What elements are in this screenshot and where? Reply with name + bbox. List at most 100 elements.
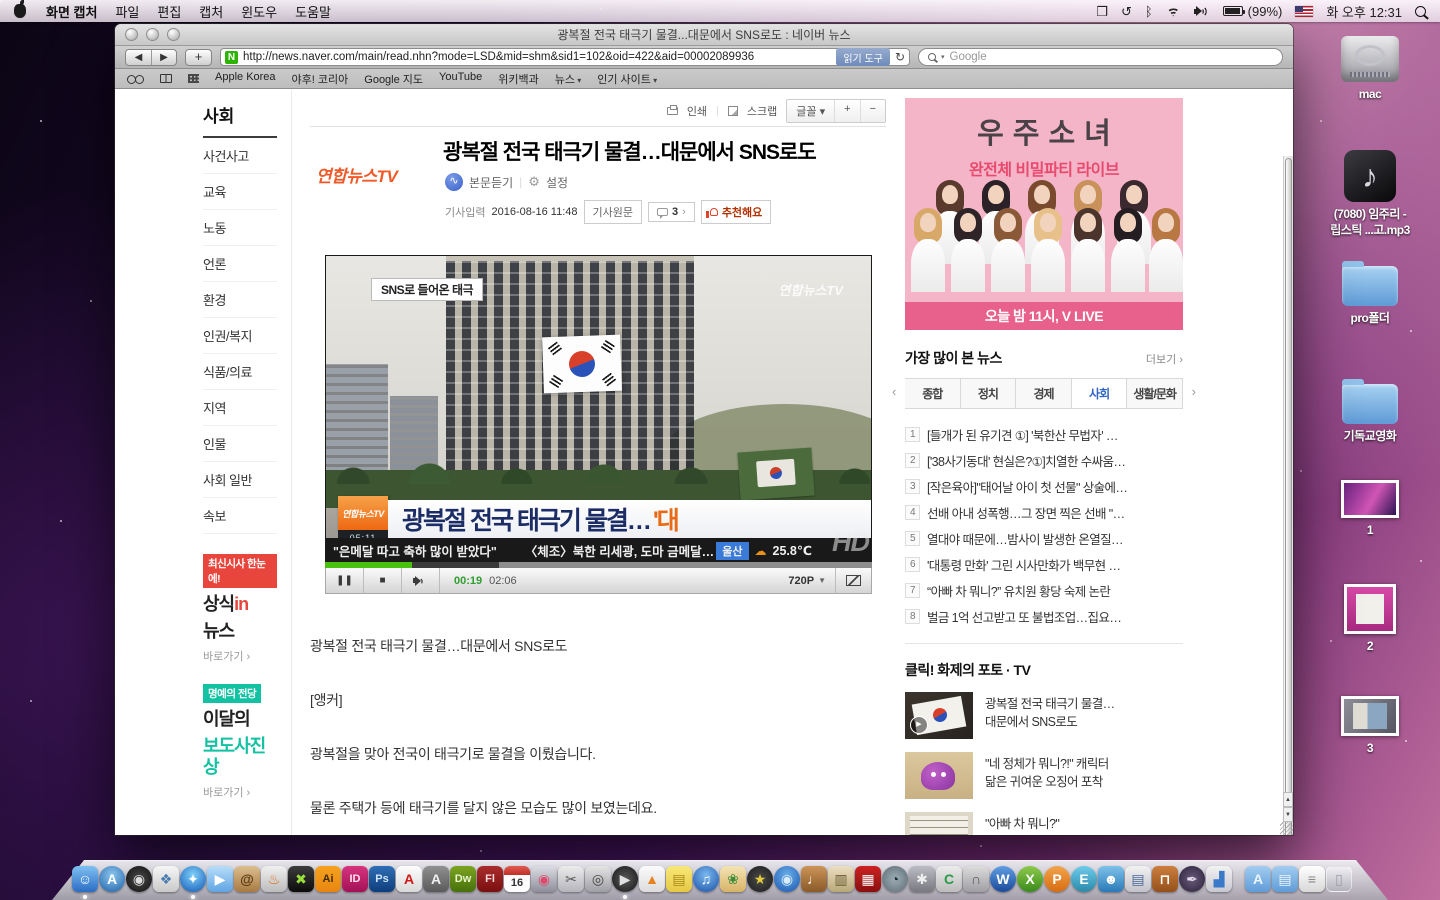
dock-icon[interactable]: ◉ <box>531 866 557 892</box>
desktop-icon[interactable]: 3 <box>1312 696 1428 757</box>
thumbnail[interactable] <box>905 692 973 739</box>
apple-menu-icon[interactable] <box>14 4 26 18</box>
volume-icon[interactable] <box>1194 5 1210 17</box>
dock-icon[interactable]: ◔ <box>882 866 908 892</box>
top-sites-icon[interactable] <box>188 74 199 83</box>
scrollbar-track[interactable] <box>1283 156 1293 835</box>
minimize-button[interactable] <box>146 28 159 41</box>
reload-icon[interactable]: ↻ <box>895 50 905 64</box>
dock-icon[interactable]: ♨ <box>261 866 287 892</box>
bookmark-item[interactable]: 인기 사이트 <box>597 71 657 87</box>
dock-icon[interactable]: ☺ <box>72 866 98 892</box>
dock-icon[interactable]: A <box>1245 866 1271 892</box>
dock-icon[interactable]: ⊓ <box>1152 866 1178 892</box>
quality-selector[interactable]: 720P▼ <box>779 575 835 587</box>
dock-icon[interactable]: ▤ <box>666 866 692 892</box>
listen-button[interactable]: 본문듣기 <box>469 174 513 191</box>
dock-icon[interactable]: ▤ <box>1272 866 1298 892</box>
reader-button[interactable]: 읽기 도구 <box>836 48 890 66</box>
dock-icon[interactable]: 16 <box>504 866 530 892</box>
news-tab[interactable]: 정치 <box>961 378 1017 409</box>
fullscreen-button[interactable] <box>835 568 871 593</box>
category-item[interactable]: 환경 <box>203 282 277 318</box>
scrollbar-thumb[interactable] <box>1285 158 1292 835</box>
settings-button[interactable]: 설정 <box>546 174 568 191</box>
dock-icon[interactable]: E <box>1071 866 1097 892</box>
photo-tv-item[interactable]: "네 정체가 뭐니?!" 캐릭터닮은 귀여운 오징어 포착 <box>905 752 1183 799</box>
news-list-item[interactable]: 6 '대통령 만화' 그린 시사만화가 백무현 … <box>905 551 1183 577</box>
bookmark-item[interactable]: YouTube <box>439 71 482 87</box>
dock-icon[interactable]: ▤ <box>1125 866 1151 892</box>
dock-icon[interactable]: Fl <box>477 866 503 892</box>
dock-icon[interactable]: A <box>396 866 422 892</box>
menu-item[interactable]: 파일 <box>115 2 139 21</box>
menu-item[interactable]: 윈도우 <box>241 2 277 21</box>
scroll-down-button[interactable]: ▼ <box>1283 807 1293 822</box>
news-list-item[interactable]: 3 [작은육아]"태어날 아이 첫 선물" 상술에… <box>905 473 1183 499</box>
url-text[interactable]: http://news.naver.com/main/read.nhn?mode… <box>243 51 831 63</box>
dock-icon[interactable]: C <box>936 866 962 892</box>
font-button[interactable]: 글꼴 ▾ <box>787 100 834 122</box>
press-logo[interactable]: 연합뉴스TV <box>316 162 397 187</box>
dock-icon[interactable]: ≡ <box>1299 866 1325 892</box>
stop-button[interactable]: ■ <box>364 568 402 593</box>
video-player[interactable]: SNS로 들어온 태극 연합뉴스TV 연합뉴스TV 05:11 광복절 전국 태… <box>325 255 872 594</box>
input-language-flag-icon[interactable] <box>1295 6 1313 17</box>
bookmark-item[interactable]: 뉴스 <box>555 71 582 87</box>
dock-icon[interactable]: X <box>1017 866 1043 892</box>
menu-item[interactable]: 캡처 <box>199 2 223 21</box>
scroll-up-button[interactable]: ▲ <box>1283 792 1293 807</box>
category-item[interactable]: 사건사고 <box>203 138 277 174</box>
tabs-prev-icon[interactable]: ‹ <box>892 384 896 399</box>
dock-icon[interactable]: ♫ <box>693 866 719 892</box>
dock-icon[interactable]: ▥ <box>828 866 854 892</box>
dock-icon[interactable]: ◉ <box>774 866 800 892</box>
zoom-button[interactable] <box>167 28 180 41</box>
desktop-icon[interactable]: 2 <box>1312 584 1428 655</box>
menu-item[interactable]: 도움말 <box>295 2 331 21</box>
dock-icon[interactable]: ◎ <box>585 866 611 892</box>
dock-icon[interactable]: Ai <box>315 866 341 892</box>
news-list-item[interactable]: 8 벌금 1억 선고받고 또 불법조업…집요… <box>905 603 1183 629</box>
bookmarks-icon[interactable] <box>160 74 172 83</box>
more-link[interactable]: 더보기 › <box>1146 351 1183 367</box>
vlive-banner[interactable]: 오늘 밤 11시, V LIVE <box>905 302 1183 330</box>
comments-button[interactable]: 3 › <box>648 202 695 222</box>
category-item[interactable]: 속보 <box>203 498 277 534</box>
news-list-item[interactable]: 5 열대야 때문에…밤사이 발생한 온열질… <box>905 525 1183 551</box>
address-bar[interactable]: N http://news.naver.com/main/read.nhn?mo… <box>220 48 910 66</box>
search-engine-caret[interactable]: ▾ <box>941 53 945 61</box>
desktop-icon[interactable]: (7080) 임주리 - 립스틱 ...고.mp3 <box>1312 150 1428 238</box>
category-item[interactable]: 식품/의료 <box>203 354 277 390</box>
wjsn-ad-banner[interactable]: 우주소녀 완전체 비밀파티 라이브 ♡ <box>905 98 1183 302</box>
category-item[interactable]: 교육 <box>203 174 277 210</box>
dock-icon[interactable]: A <box>423 866 449 892</box>
dock-icon[interactable]: ✂ <box>558 866 584 892</box>
category-item[interactable]: 인물 <box>203 426 277 462</box>
recommend-button[interactable]: 추천해요 <box>701 200 771 224</box>
dock-icon[interactable]: A <box>99 866 125 892</box>
news-list-item[interactable]: 4 선배 아내 성폭행…그 장면 찍은 선배 "… <box>905 499 1183 525</box>
dock-icon[interactable]: ◉ <box>126 866 152 892</box>
category-item[interactable]: 사회 일반 <box>203 462 277 498</box>
dock-icon[interactable]: ▦ <box>855 866 881 892</box>
news-tab[interactable]: 종합 <box>905 378 961 409</box>
search-field[interactable]: ▾ Google <box>918 48 1283 66</box>
news-tab[interactable]: 경제 <box>1016 378 1072 409</box>
category-item[interactable]: 지역 <box>203 390 277 426</box>
category-item[interactable]: 인권/복지 <box>203 318 277 354</box>
reading-list-icon[interactable] <box>127 75 144 83</box>
back-button[interactable]: ◀ <box>126 50 151 65</box>
original-article-button[interactable]: 기사원문 <box>584 200 642 224</box>
news-list-item[interactable]: 1 [들개가 된 유기견 ①] '북한산 무법자' … <box>905 421 1183 447</box>
wifi-icon[interactable] <box>1166 6 1181 17</box>
dock-icon[interactable]: @ <box>234 866 260 892</box>
window-resize-grip[interactable] <box>1280 822 1293 835</box>
bookmark-item[interactable]: Google 지도 <box>364 71 423 87</box>
dock-icon[interactable]: ❀ <box>720 866 746 892</box>
desktop-icon[interactable]: pro폴더 <box>1312 266 1428 327</box>
menu-item[interactable]: 화면 캡처 <box>46 2 97 21</box>
dock-icon[interactable]: ❖ <box>153 866 179 892</box>
thumbnail[interactable] <box>905 812 973 835</box>
category-item[interactable]: 언론 <box>203 246 277 282</box>
